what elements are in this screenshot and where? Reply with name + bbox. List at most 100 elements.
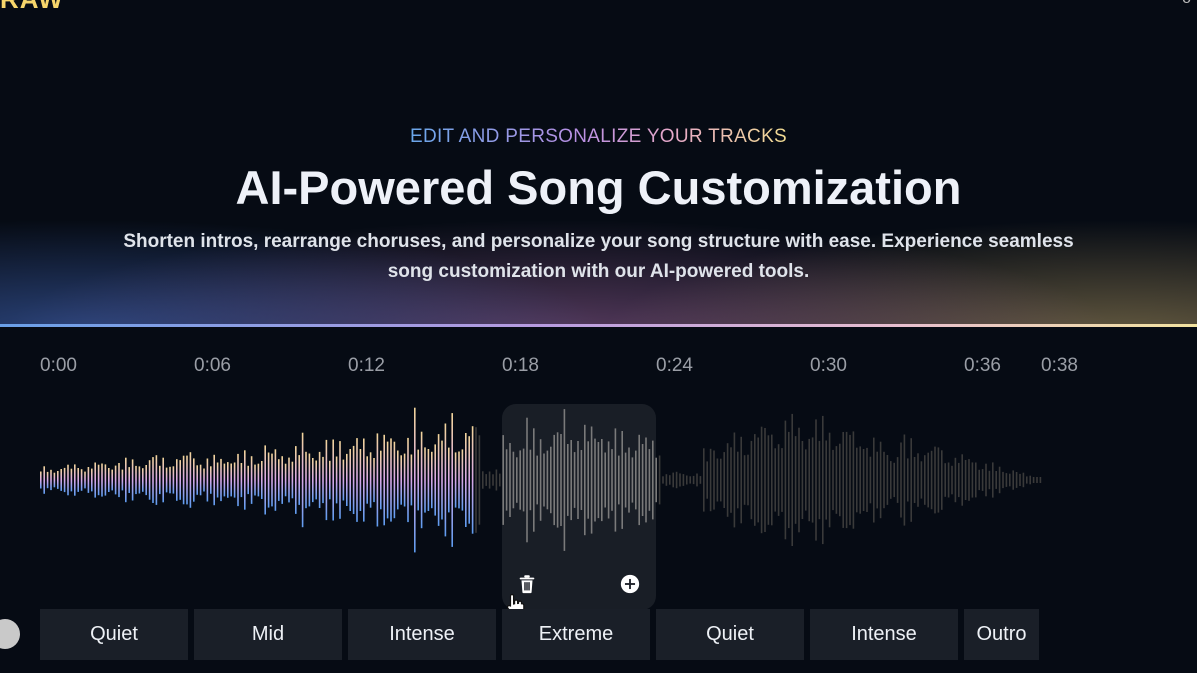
waveform-bar: [437, 434, 440, 526]
waveform-bar: [502, 435, 504, 525]
waveform-bar: [1019, 473, 1021, 486]
section-chip[interactable]: Quiet: [656, 609, 804, 660]
waveform-bar: [981, 469, 984, 491]
waveform-bar: [203, 468, 205, 492]
audio-waveform[interactable]: [0, 396, 1197, 566]
section-chip[interactable]: Intense: [810, 609, 958, 660]
waveform-bar: [63, 467, 66, 493]
waveform-bar: [114, 465, 117, 495]
waveform-bar: [665, 474, 668, 486]
waveform-bar: [716, 458, 719, 502]
waveform-bar: [291, 461, 294, 499]
waveform-bar: [359, 449, 362, 511]
waveform-bar: [461, 449, 464, 511]
waveform-bar: [220, 458, 222, 502]
waveform-bar: [543, 453, 545, 507]
waveform-bar: [448, 447, 450, 513]
waveform-bar: [774, 448, 776, 512]
waveform-bar: [1032, 477, 1035, 483]
section-chip[interactable]: Intense: [348, 609, 496, 660]
waveform-bar: [794, 436, 797, 524]
waveform-bar: [723, 452, 725, 508]
waveform-bar: [424, 447, 426, 513]
waveform-bar: [754, 434, 756, 526]
waveform-bar: [645, 437, 647, 523]
waveform-bar: [386, 441, 389, 519]
waveform-bar: [553, 434, 555, 526]
waveform-bar: [1005, 473, 1008, 487]
waveform-bar: [536, 455, 538, 505]
waveform-bar: [91, 468, 93, 492]
section-label: Intense: [389, 623, 455, 645]
waveform-bar: [431, 451, 433, 509]
section-label: Extreme: [538, 623, 614, 645]
waveform-bar: [308, 453, 311, 507]
waveform-bar: [839, 443, 841, 517]
waveform-bar: [216, 462, 219, 498]
waveform-bar: [730, 447, 732, 513]
section-chip[interactable]: Quiet: [40, 609, 188, 660]
waveform-bar: [669, 475, 671, 485]
waveform-bar: [590, 426, 593, 534]
waveform-bar: [703, 448, 705, 512]
waveform-bar: [250, 456, 253, 504]
waveform-bar: [57, 471, 59, 489]
waveform-bar: [883, 451, 885, 509]
waveform-bar: [686, 475, 688, 485]
waveform-bar: [675, 471, 678, 489]
waveform-bar: [155, 455, 158, 505]
waveform-bar: [87, 467, 90, 493]
waveform-bar: [893, 462, 895, 498]
waveform-bar: [784, 420, 787, 540]
waveform-bar: [1029, 475, 1031, 485]
waveform-bar: [757, 437, 759, 523]
waveform-bar: [662, 476, 664, 484]
waveform-bar: [771, 434, 773, 526]
waveform-bar: [713, 450, 715, 510]
page-title: AI-Powered Song Customization: [235, 161, 962, 214]
waveform-bar: [193, 458, 195, 502]
waveform-bar: [465, 433, 467, 527]
waveform-bar: [335, 456, 338, 504]
waveform-bar: [135, 465, 137, 495]
waveform-bar: [284, 463, 287, 497]
waveform-bar: [213, 454, 215, 506]
waveform-bar: [811, 437, 814, 523]
waveform-bar: [138, 466, 141, 494]
waveform-bar: [638, 434, 640, 526]
waveform-bar: [978, 469, 980, 491]
section-chip-selected[interactable]: Extreme: [502, 609, 650, 660]
subtitle-line-2: song customization with our AI-powered t…: [387, 261, 810, 282]
waveform-bar: [148, 460, 151, 500]
waveform-bar: [288, 457, 290, 503]
waveform-bar: [954, 457, 957, 503]
waveform-bar: [1002, 471, 1004, 489]
waveform-bar: [244, 450, 246, 510]
waveform-bar: [907, 458, 909, 502]
waveform-bar: [417, 449, 419, 511]
waveform-bar: [546, 450, 549, 510]
waveform-bar: [621, 431, 623, 529]
waveform-bar: [298, 455, 300, 505]
waveform-bar: [363, 438, 365, 522]
waveform-bar: [679, 473, 681, 487]
waveform-bar: [118, 463, 120, 498]
waveform-bar: [825, 440, 827, 520]
scroll-handle[interactable]: [0, 619, 20, 649]
plus-circle-icon[interactable]: [619, 573, 641, 595]
waveform-bar: [971, 462, 974, 498]
waveform-bar: [655, 457, 657, 503]
waveform-bar: [80, 469, 83, 491]
waveform-bar: [512, 451, 515, 509]
section-chip[interactable]: Outro: [964, 609, 1039, 660]
waveform-bar: [74, 464, 76, 496]
subtitle-line-1: Shorten intros, rearrange choruses, and …: [123, 231, 1074, 252]
logo[interactable]: RAW: [0, 0, 64, 15]
section-chip[interactable]: Mid: [194, 609, 342, 660]
waveform-bar: [862, 449, 865, 511]
waveform-bar: [366, 456, 368, 504]
waveform-bar: [50, 469, 52, 491]
waveform-bar: [992, 462, 994, 498]
waveform-bar: [451, 413, 453, 547]
waveform-bar: [352, 445, 355, 514]
